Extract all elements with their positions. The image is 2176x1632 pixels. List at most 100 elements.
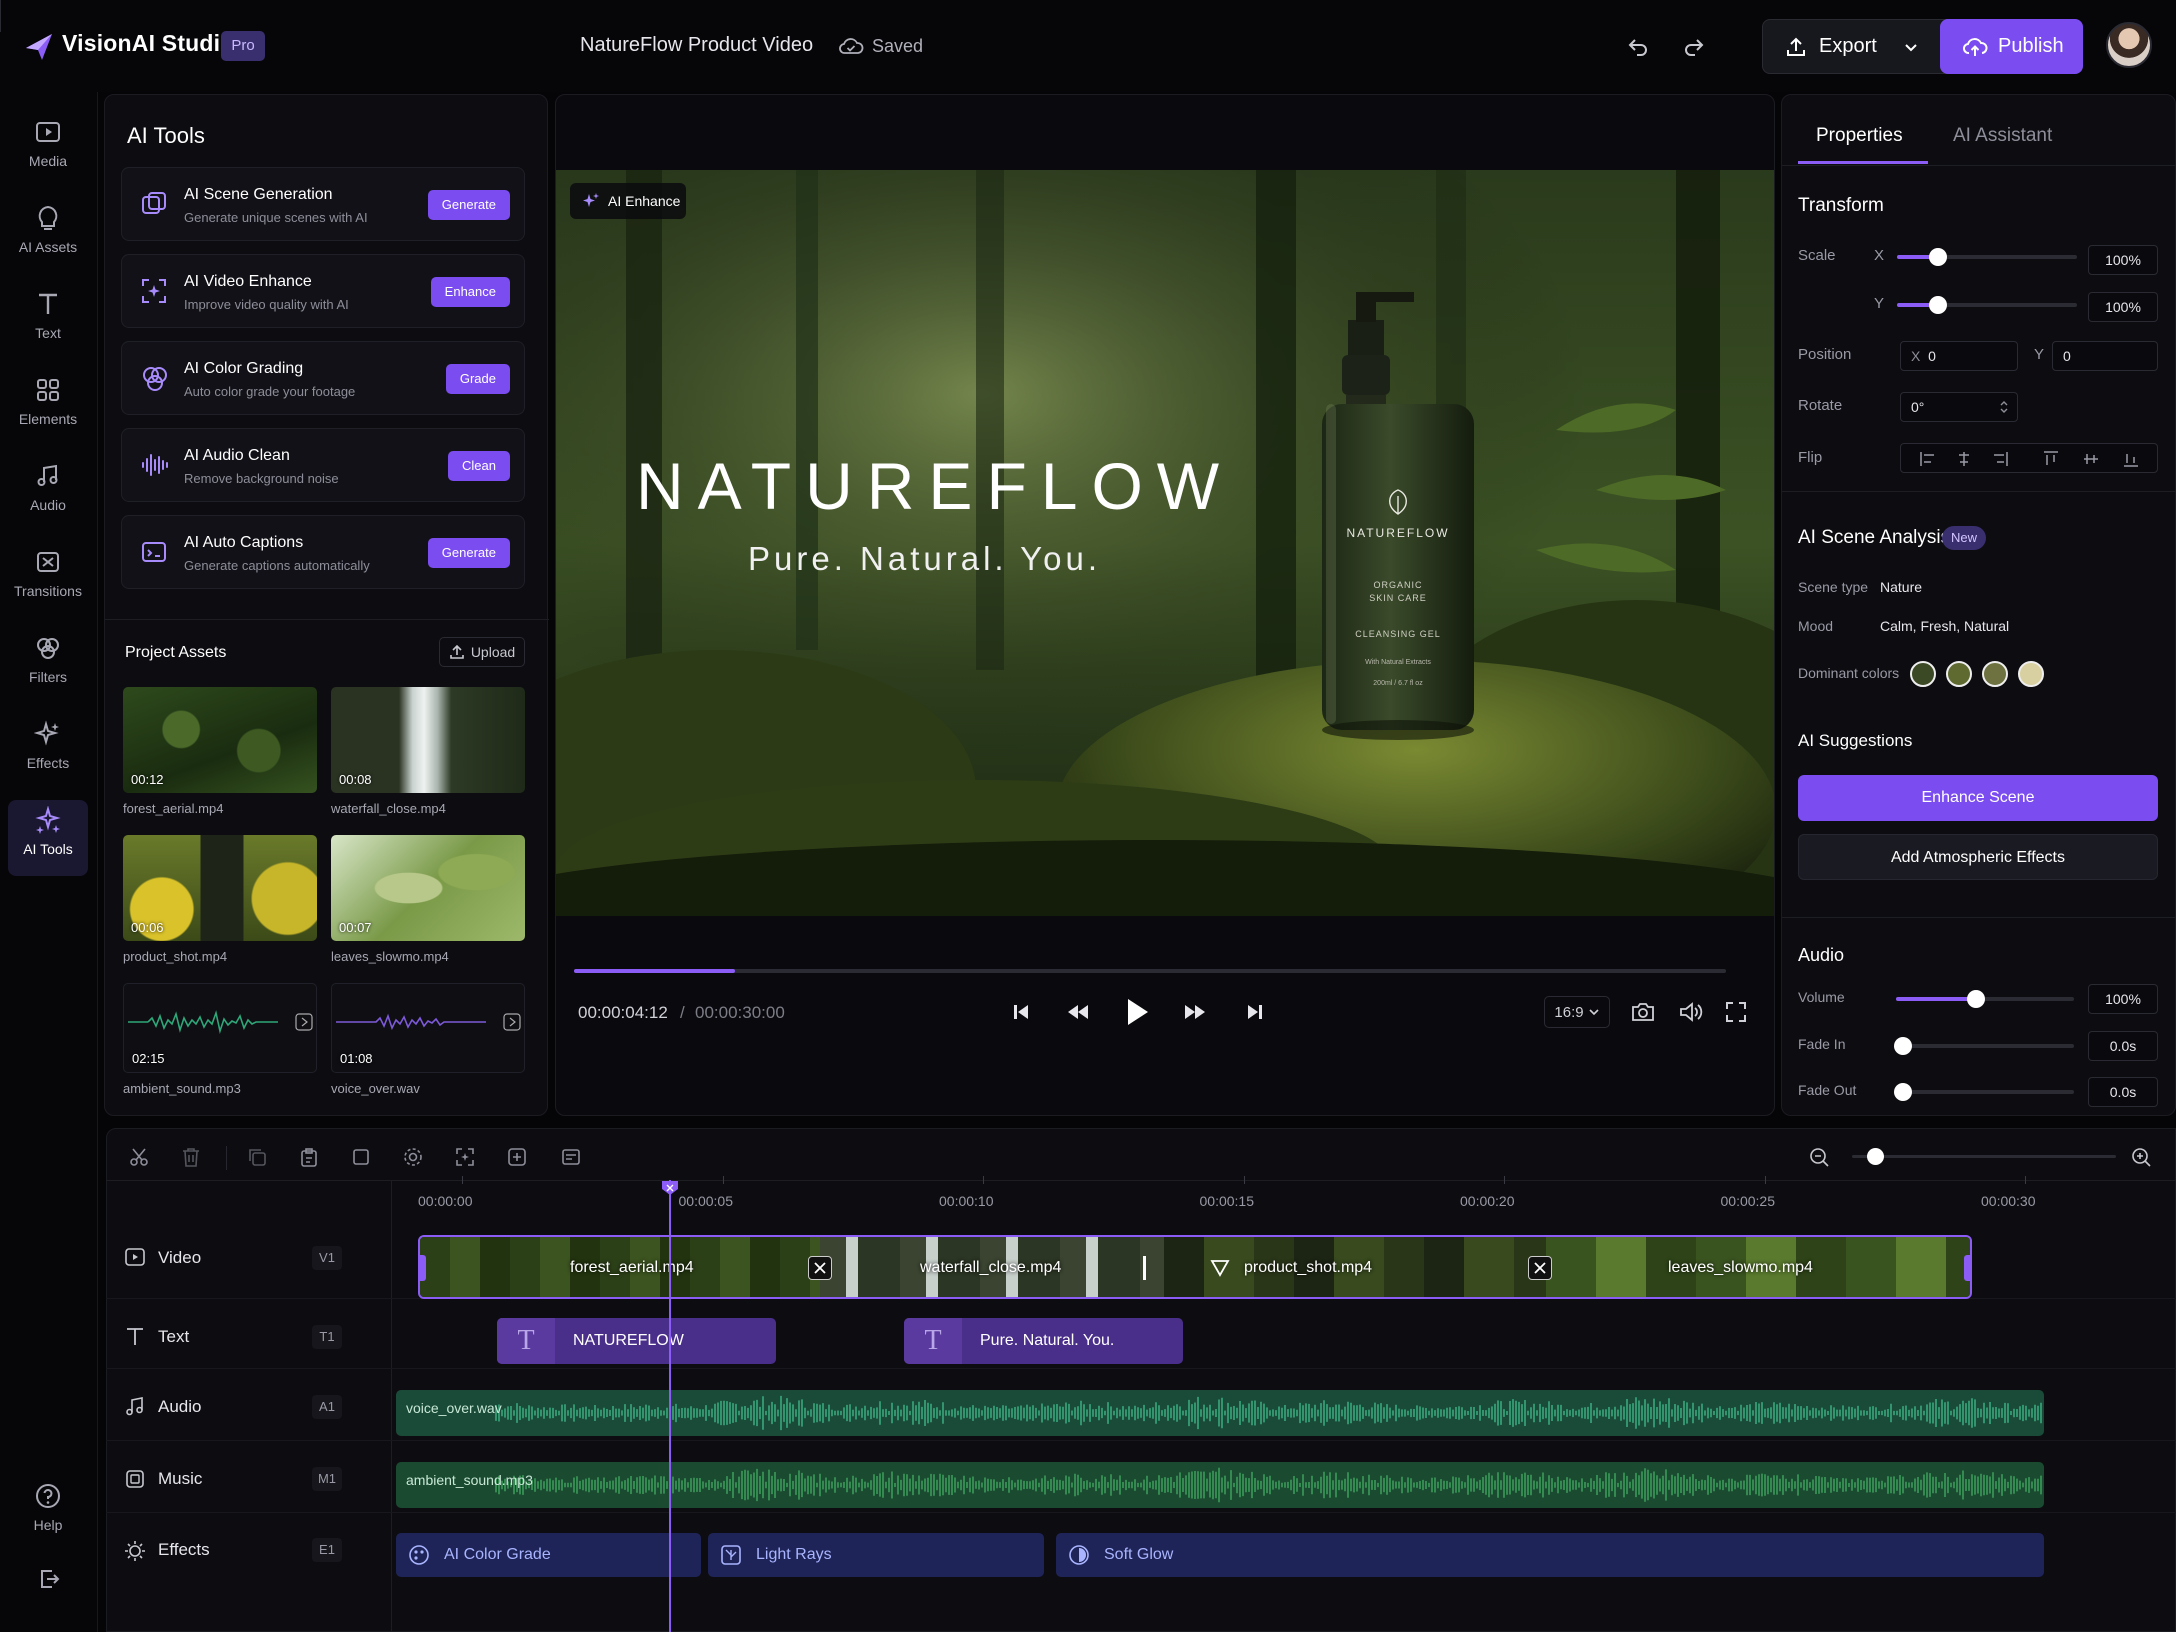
track-audio[interactable]: Audio A1 (106, 1370, 391, 1440)
playback-scrubber[interactable] (574, 969, 1726, 973)
tool-card-auto-captions[interactable]: AI Auto Captions Generate captions autom… (121, 515, 525, 589)
color-swatch[interactable] (1982, 661, 2008, 687)
volume-input[interactable]: 100% (2088, 984, 2158, 1014)
grade-button[interactable]: Grade (445, 364, 510, 394)
video-canvas[interactable]: NATUREFLOW ORGANIC SKIN CARE CLEANSING G… (556, 170, 1774, 916)
clip-trim-handle[interactable] (1964, 1255, 1970, 1281)
scale-y-slider[interactable] (1897, 296, 2077, 314)
delete-icon[interactable] (180, 1146, 202, 1168)
ai-select-icon[interactable] (454, 1146, 476, 1168)
rail-item-ai-tools[interactable]: AI Tools (8, 800, 88, 876)
tab-ai-assistant[interactable]: AI Assistant (1953, 125, 2052, 147)
clip-trim-handle[interactable] (420, 1255, 426, 1281)
effect-clip[interactable]: Light Rays (708, 1533, 1044, 1577)
camera-icon[interactable] (1630, 1000, 1656, 1024)
rail-item-filters[interactable]: Filters (8, 628, 88, 704)
playhead-handle[interactable] (661, 1180, 679, 1196)
zoom-slider[interactable] (1852, 1148, 2116, 1165)
transition-icon[interactable] (808, 1256, 832, 1280)
settings-icon[interactable] (402, 1146, 424, 1168)
zoom-out-icon[interactable] (1808, 1146, 1830, 1168)
upload-button[interactable]: Upload (439, 637, 525, 667)
track-effects[interactable]: Effects E1 (106, 1515, 391, 1585)
zoom-in-icon[interactable] (2130, 1146, 2152, 1168)
scale-y-input[interactable]: 100% (2088, 292, 2158, 322)
fast-forward-icon[interactable] (1183, 1001, 1207, 1023)
color-swatch[interactable] (1910, 661, 1936, 687)
transition-icon[interactable] (1208, 1256, 1232, 1280)
volume-icon[interactable] (1678, 1000, 1704, 1024)
asset-item[interactable]: 00:12 forest_aerial.mp4 (123, 687, 317, 816)
music-clip[interactable]: ambient_sound.mp3 (396, 1462, 2044, 1508)
tab-properties[interactable]: Properties (1816, 125, 1903, 147)
track-text[interactable]: Text T1 (106, 1300, 391, 1370)
rail-item-media[interactable]: Media (8, 112, 88, 188)
publish-button[interactable]: Publish (1940, 19, 2083, 74)
text-clip[interactable]: T Pure. Natural. You. (904, 1318, 1183, 1364)
asset-item[interactable]: 00:08 waterfall_close.mp4 (331, 687, 525, 816)
project-title[interactable]: NatureFlow Product Video (580, 34, 813, 57)
effect-clip[interactable]: AI Color Grade (396, 1533, 701, 1577)
ai-enhance-badge[interactable]: AI Enhance (570, 183, 686, 219)
rail-item-effects[interactable]: Effects (8, 714, 88, 790)
fade-in-input[interactable]: 0.0s (2088, 1031, 2158, 1061)
rail-item-audio[interactable]: Audio (8, 456, 88, 532)
track-video[interactable]: Video V1 (106, 1222, 391, 1292)
tool-card-audio-clean[interactable]: AI Audio Clean Remove background noise C… (121, 428, 525, 502)
fade-out-slider[interactable] (1894, 1083, 2074, 1101)
playhead[interactable] (669, 1180, 671, 1632)
generate-captions-button[interactable]: Generate (427, 538, 510, 568)
fullscreen-icon[interactable] (1724, 1000, 1748, 1024)
asset-item[interactable]: 02:15 ambient_sound.mp3 (123, 983, 317, 1096)
asset-item[interactable]: 01:08 voice_over.wav (331, 983, 525, 1096)
rewind-icon[interactable] (1066, 1001, 1090, 1023)
audio-clip[interactable]: voice_over.wav (396, 1390, 2044, 1436)
paste-icon[interactable] (298, 1146, 320, 1168)
logout-icon[interactable] (36, 1566, 62, 1592)
rail-item-ai-assets[interactable]: AI Assets (8, 198, 88, 274)
redo-icon[interactable] (1682, 34, 1706, 58)
tool-card-video-enhance[interactable]: AI Video Enhance Improve video quality w… (121, 254, 525, 328)
volume-slider[interactable] (1896, 990, 2074, 1008)
skip-start-icon[interactable] (1010, 1001, 1032, 1023)
clean-button[interactable]: Clean (448, 451, 510, 481)
export-button[interactable]: Export (1762, 19, 1966, 74)
enhance-scene-button[interactable]: Enhance Scene (1798, 775, 2158, 821)
position-x-input[interactable]: X 0 (1900, 341, 2018, 371)
tool-card-scene-generation[interactable]: AI Scene Generation Generate unique scen… (121, 167, 525, 241)
play-icon[interactable] (1122, 996, 1152, 1028)
color-swatch[interactable] (1946, 661, 1972, 687)
fade-out-input[interactable]: 0.0s (2088, 1077, 2158, 1107)
rotate-input[interactable]: 0° (1900, 392, 2018, 422)
rail-item-elements[interactable]: Elements (8, 370, 88, 446)
zoom-knob[interactable] (1867, 1148, 1884, 1165)
fade-in-slider[interactable] (1894, 1037, 2074, 1055)
rail-item-transitions[interactable]: Transitions (8, 542, 88, 618)
track-music[interactable]: Music M1 (106, 1444, 391, 1514)
user-avatar[interactable] (2106, 22, 2152, 68)
enhance-button[interactable]: Enhance (430, 277, 510, 307)
help-button[interactable]: Help (8, 1476, 88, 1552)
add-atmospheric-effects-button[interactable]: Add Atmospheric Effects (1798, 834, 2158, 880)
transition-icon[interactable] (1528, 1256, 1552, 1280)
captions-icon[interactable] (560, 1146, 582, 1168)
scale-x-input[interactable]: 100% (2088, 245, 2158, 275)
cut-icon[interactable] (128, 1146, 150, 1168)
copy-icon[interactable] (246, 1146, 268, 1168)
add-marker-icon[interactable] (506, 1146, 528, 1168)
skip-end-icon[interactable] (1244, 1001, 1266, 1023)
tool-card-color-grading[interactable]: AI Color Grading Auto color grade your f… (121, 341, 525, 415)
generate-scene-button[interactable]: Generate (427, 190, 510, 220)
position-y-input[interactable]: 0 (2052, 341, 2158, 371)
asset-item[interactable]: 00:06 product_shot.mp4 (123, 835, 317, 964)
aspect-ratio-select[interactable]: 16:9 (1544, 996, 1610, 1028)
video-clip-strip[interactable]: forest_aerial.mp4 waterfall_close.mp4 pr… (418, 1235, 1972, 1299)
rail-item-text[interactable]: Text (8, 284, 88, 360)
undo-icon[interactable] (1626, 34, 1650, 58)
text-clip[interactable]: T NATUREFLOW (497, 1318, 776, 1364)
crop-icon[interactable] (350, 1146, 372, 1168)
asset-item[interactable]: 00:07 leaves_slowmo.mp4 (331, 835, 525, 964)
color-swatch[interactable] (2018, 661, 2044, 687)
scale-x-slider[interactable] (1897, 248, 2077, 266)
effect-clip[interactable]: Soft Glow (1056, 1533, 2044, 1577)
